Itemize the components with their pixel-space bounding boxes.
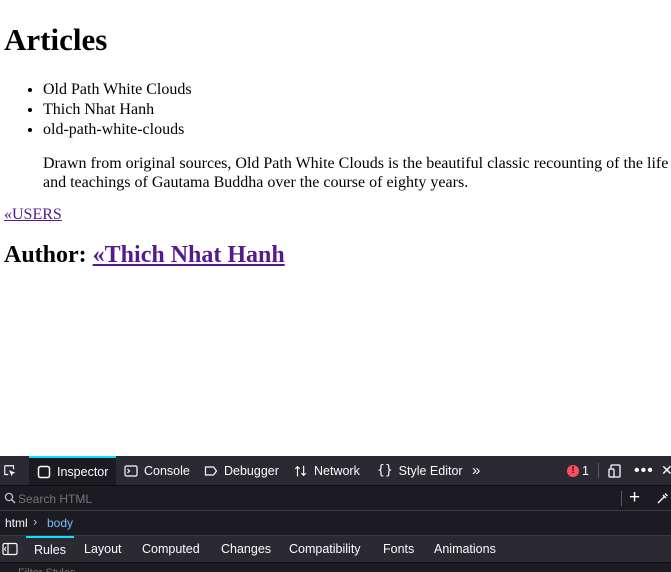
search-divider: [621, 491, 622, 506]
chevron-right-icon: ›: [33, 514, 38, 529]
author-link[interactable]: «Thich Nhat Hanh: [93, 242, 285, 268]
close-icon: ✕: [661, 462, 671, 478]
page-title: Articles: [4, 22, 108, 57]
tab-label: Debugger: [224, 463, 279, 478]
console-icon: [124, 464, 138, 477]
tab-animations[interactable]: Animations: [434, 536, 496, 562]
tab-layout[interactable]: Layout: [84, 536, 122, 562]
author-label: Author:: [4, 242, 87, 268]
filter-styles-input[interactable]: [16, 565, 490, 572]
chevron-double-right-icon: »: [472, 462, 481, 479]
tab-fonts[interactable]: Fonts: [383, 536, 414, 562]
tab-label: Inspector: [57, 464, 109, 479]
toolbar-divider: [598, 463, 599, 478]
article-description: Drawn from original sources, Old Path Wh…: [43, 155, 669, 191]
network-icon: [294, 465, 307, 476]
options-menu-button[interactable]: •••: [634, 456, 654, 485]
devtools-toolbar: Inspector Console Debugger Network {} St…: [0, 456, 671, 486]
author-heading: Author: «Thich Nhat Hanh: [4, 242, 285, 269]
plus-icon: +: [629, 487, 641, 508]
list-item: Old Path White Clouds: [43, 80, 192, 100]
error-count-button[interactable]: ! 1: [567, 456, 589, 485]
responsive-icon: [608, 463, 621, 478]
tab-label: Style Editor: [398, 463, 463, 478]
inspector-icon: [37, 465, 51, 478]
search-html-input[interactable]: [16, 489, 610, 509]
list-item: Thich Nhat Hanh: [43, 100, 192, 120]
tab-computed[interactable]: Computed: [142, 536, 200, 562]
element-picker-icon: [4, 464, 16, 476]
tab-label: Console: [144, 463, 190, 478]
breadcrumb-item-html[interactable]: html: [5, 516, 28, 530]
users-link[interactable]: «USERS: [4, 206, 62, 224]
list-item: old-path-white-clouds: [43, 120, 192, 140]
article-list: Old Path White Clouds Thich Nhat Hanh ol…: [0, 80, 192, 140]
search-html-bar: +: [0, 486, 671, 511]
responsive-design-button[interactable]: [608, 456, 622, 485]
filter-styles-bar: [0, 563, 671, 572]
element-picker-button[interactable]: [3, 456, 17, 485]
tab-network[interactable]: Network: [294, 456, 360, 485]
eyedropper-icon[interactable]: [656, 491, 670, 505]
error-count: 1: [582, 463, 589, 478]
tab-style-editor[interactable]: {} Style Editor: [377, 456, 463, 485]
search-icon: [4, 492, 16, 504]
more-icon: •••: [634, 461, 654, 479]
braces-icon: {}: [377, 463, 393, 478]
sidebar-panel-tabs: Rules Layout Computed Changes Compatibil…: [0, 536, 671, 563]
tab-label: Network: [314, 463, 360, 478]
page-content: Articles Old Path White Clouds Thich Nha…: [0, 0, 671, 456]
tab-console[interactable]: Console: [124, 456, 190, 485]
sidebar-toggle-icon: [2, 542, 18, 556]
tab-compatibility[interactable]: Compatibility: [289, 536, 361, 562]
close-devtools-button[interactable]: ✕: [661, 456, 671, 485]
toggle-sidebar-button[interactable]: [2, 540, 18, 558]
tab-rules[interactable]: Rules: [26, 536, 74, 562]
devtools-panel: Inspector Console Debugger Network {} St…: [0, 456, 671, 572]
breadcrumb: html › body: [0, 511, 671, 536]
tab-debugger[interactable]: Debugger: [204, 456, 279, 485]
breadcrumb-item-body[interactable]: body: [47, 516, 73, 530]
debugger-icon: [204, 465, 218, 476]
tab-changes[interactable]: Changes: [221, 536, 271, 562]
tab-inspector[interactable]: Inspector: [29, 456, 117, 485]
add-node-button[interactable]: +: [629, 487, 640, 509]
more-tools-button[interactable]: »: [472, 456, 480, 485]
error-icon: !: [567, 464, 579, 477]
